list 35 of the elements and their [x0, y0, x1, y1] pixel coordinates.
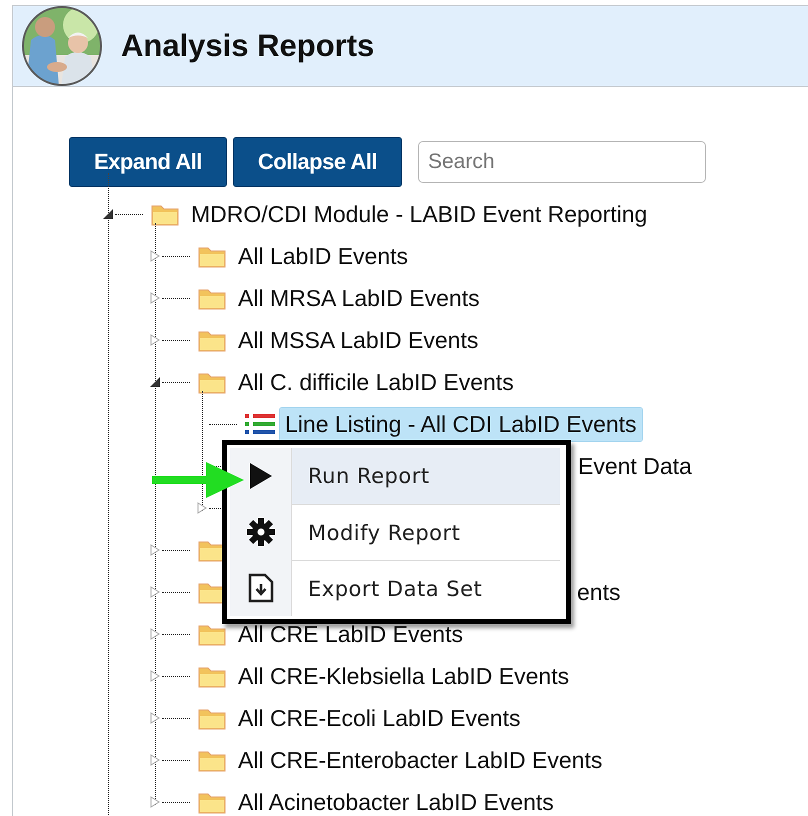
expand-toggle-icon[interactable]	[150, 796, 161, 808]
download-file-icon	[248, 573, 274, 603]
folder-label[interactable]: All C. difficile LabID Events	[233, 366, 519, 398]
collapse-all-button[interactable]: Collapse All	[232, 137, 402, 187]
expand-toggle-icon[interactable]	[150, 754, 161, 766]
expand-toggle-icon[interactable]	[150, 628, 161, 640]
folder-label[interactable]: All CRE-Enterobacter LabID Events	[233, 744, 608, 776]
folder-label[interactable]: All CRE-Klebsiella LabID Events	[233, 660, 574, 692]
folder-label[interactable]: All CRE-Ecoli LabID Events	[233, 702, 526, 734]
menu-item[interactable]: Export Data Set	[230, 560, 560, 616]
expand-all-button[interactable]: Expand All	[69, 137, 227, 187]
report-item[interactable]: Line Listing - All CDI LabID Events	[280, 408, 642, 440]
folder-label[interactable]: MDRO/CDI Module - LABID Event Reporting	[186, 198, 652, 230]
collapse-toggle-icon[interactable]	[103, 208, 114, 220]
folder-label[interactable]: All MRSA LabID Events	[233, 282, 485, 314]
folder-label[interactable]: All LabID Events	[233, 240, 414, 272]
expand-toggle-icon[interactable]	[150, 250, 161, 262]
page-title: Analysis Reports	[121, 28, 374, 64]
play-icon	[248, 462, 272, 490]
report-item[interactable]: Event Data	[578, 452, 692, 480]
expand-toggle-icon[interactable]	[197, 502, 208, 514]
expand-toggle-icon[interactable]	[150, 292, 161, 304]
folder-label[interactable]: All MSSA LabID Events	[233, 324, 484, 356]
folder-label[interactable]: ents	[577, 578, 620, 606]
folder-label[interactable]: All Acinetobacter LabID Events	[233, 786, 559, 816]
menu-item[interactable]: Modify Report	[230, 504, 560, 560]
expand-toggle-icon[interactable]	[150, 544, 161, 556]
settings-icon	[246, 518, 274, 546]
expand-toggle-icon[interactable]	[150, 670, 161, 682]
collapse-toggle-icon[interactable]	[150, 376, 161, 388]
expand-toggle-icon[interactable]	[150, 334, 161, 346]
expand-toggle-icon[interactable]	[150, 586, 161, 598]
list-icon	[245, 412, 275, 436]
expand-toggle-icon[interactable]	[150, 712, 161, 724]
search-field[interactable]: Search	[418, 141, 706, 183]
